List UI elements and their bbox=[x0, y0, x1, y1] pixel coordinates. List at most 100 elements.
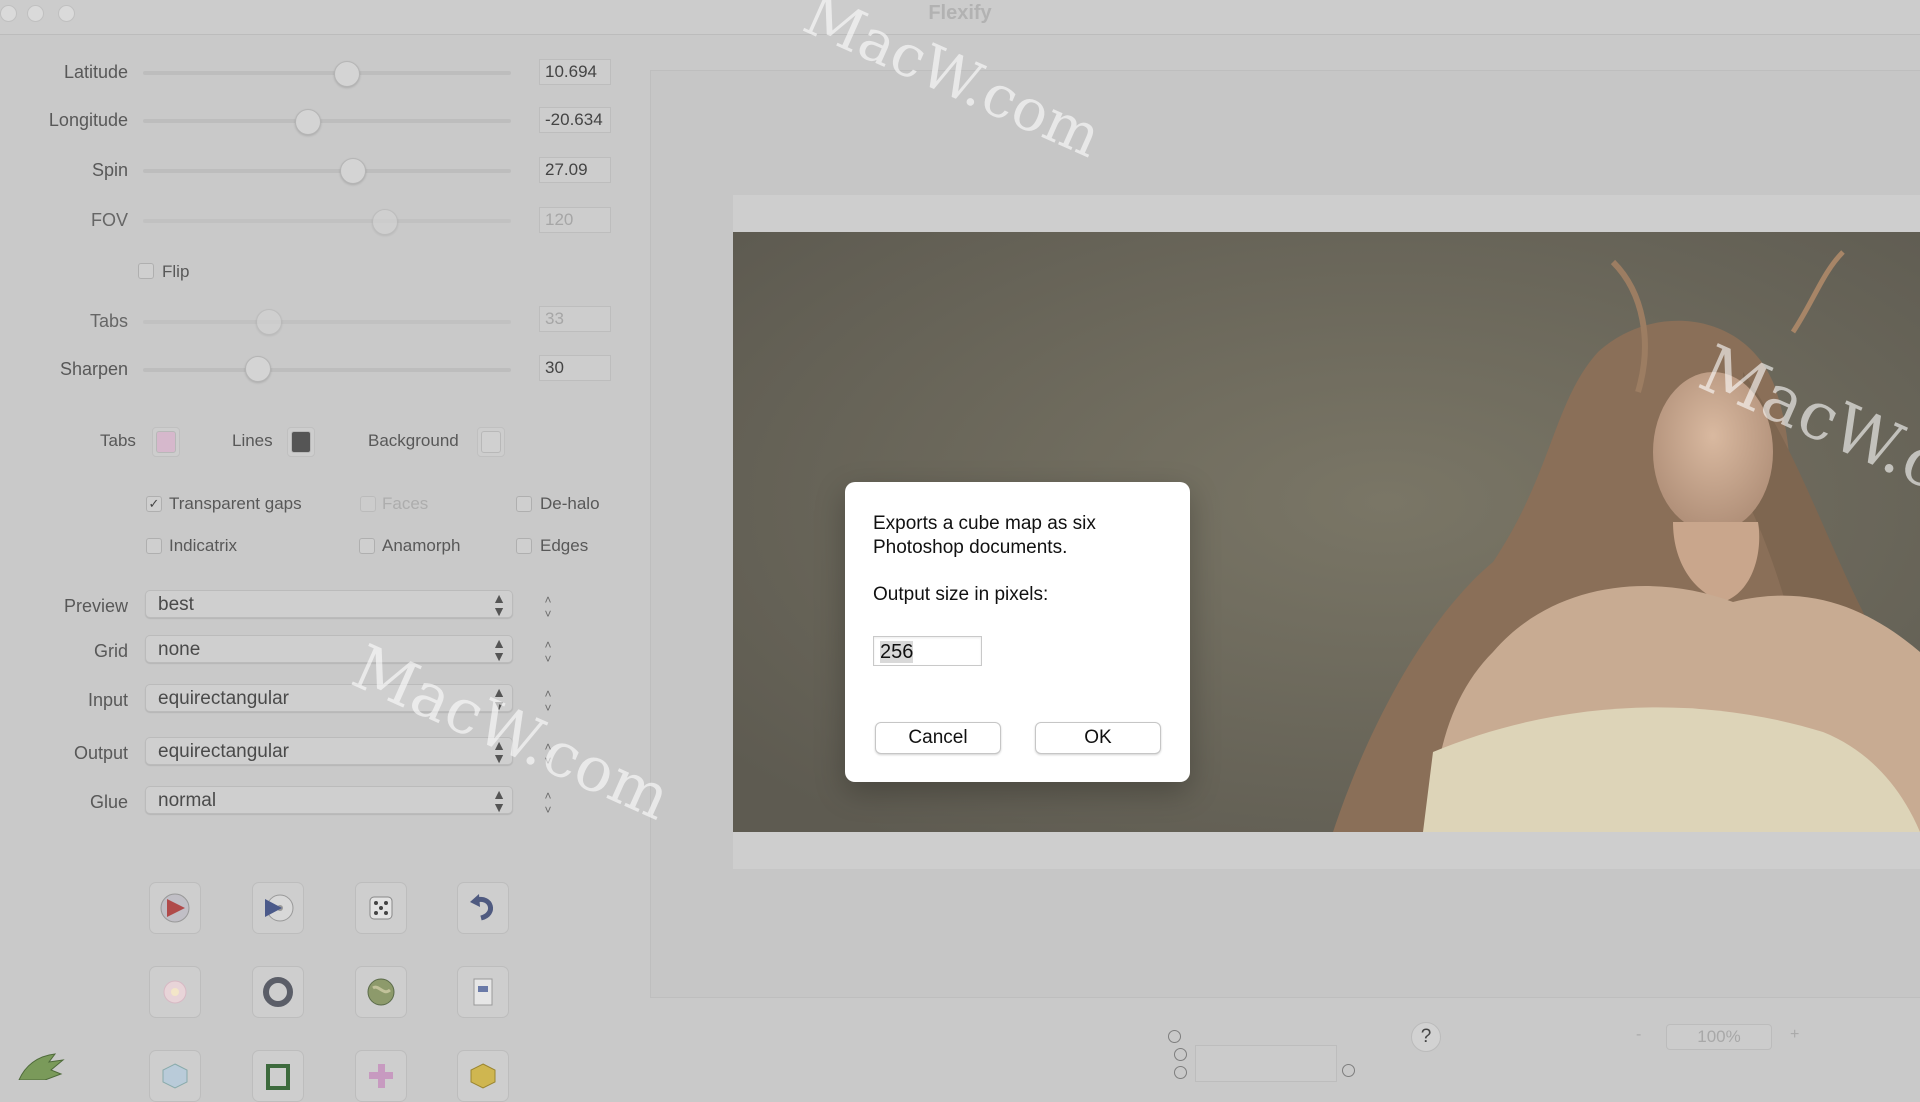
globe-button[interactable] bbox=[355, 966, 407, 1018]
zoom-out-button[interactable]: - bbox=[1636, 1026, 1641, 1044]
updown-arrows-icon: ▲ ▼ bbox=[492, 786, 506, 815]
preview-select[interactable]: best ▲ ▼ bbox=[145, 590, 513, 618]
navigator-box[interactable] bbox=[1195, 1045, 1337, 1082]
latitude-slider[interactable] bbox=[143, 71, 511, 75]
render-export-button[interactable] bbox=[252, 882, 304, 934]
render-preview-button[interactable] bbox=[149, 882, 201, 934]
glue-select-value: normal bbox=[158, 790, 217, 811]
color-wheel-icon bbox=[163, 980, 187, 1004]
lines-color-well[interactable] bbox=[287, 427, 315, 457]
fov-slider[interactable] bbox=[143, 219, 511, 223]
window-title: Flexify bbox=[928, 2, 992, 24]
sharpen-value-field[interactable]: 30 bbox=[539, 355, 611, 381]
frame-icon bbox=[266, 1064, 290, 1090]
color-wheel-button[interactable] bbox=[149, 966, 201, 1018]
spin-slider-knob[interactable] bbox=[340, 158, 366, 184]
spin-label: Spin bbox=[91, 160, 128, 180]
view-option-radio[interactable] bbox=[1342, 1064, 1355, 1077]
tabs-slider-knob[interactable] bbox=[256, 309, 282, 335]
view-option-radio[interactable] bbox=[1174, 1066, 1187, 1079]
dialog-message: Exports a cube map as six Photoshop docu… bbox=[873, 513, 1096, 558]
flip-checkbox[interactable] bbox=[138, 263, 154, 279]
cross-layout-icon bbox=[369, 1064, 393, 1088]
preview-select-value: best bbox=[158, 594, 194, 615]
transparent-gaps-checkbox[interactable]: ✓ bbox=[146, 496, 162, 512]
anamorph-checkbox[interactable] bbox=[359, 538, 375, 554]
input-label: Input bbox=[87, 690, 128, 710]
lines-color-label: Lines bbox=[232, 431, 273, 450]
cube-icon bbox=[162, 1063, 188, 1089]
window-titlebar: Flexify bbox=[0, 0, 1920, 35]
sharpen-slider-knob[interactable] bbox=[245, 356, 271, 382]
output-size-input[interactable]: 256 bbox=[873, 636, 982, 666]
faces-label: Faces bbox=[382, 494, 429, 513]
faces-checkbox[interactable] bbox=[360, 496, 376, 512]
dice-icon bbox=[369, 896, 393, 920]
indicatrix-label: Indicatrix bbox=[169, 536, 238, 555]
grid-stepper[interactable]: ˄ ˅ bbox=[540, 638, 556, 668]
randomize-button[interactable] bbox=[355, 882, 407, 934]
fov-slider-knob[interactable] bbox=[372, 209, 398, 235]
grid-label: Grid bbox=[93, 641, 128, 661]
background-color-well[interactable] bbox=[477, 427, 505, 457]
dialog-prompt: Output size in pixels: bbox=[873, 584, 1049, 605]
undo-arrow-icon bbox=[470, 894, 493, 921]
longitude-slider-knob[interactable] bbox=[295, 109, 321, 135]
de-halo-checkbox[interactable] bbox=[516, 496, 532, 512]
zoom-in-button[interactable]: + bbox=[1790, 1026, 1799, 1044]
globe-icon bbox=[367, 978, 395, 1006]
cube-button[interactable] bbox=[149, 1050, 201, 1102]
tabs-slider[interactable] bbox=[143, 320, 511, 324]
zoom-field[interactable]: 100% bbox=[1666, 1024, 1772, 1050]
box-button[interactable] bbox=[457, 1050, 509, 1102]
input-select-value: equirectangular bbox=[158, 688, 289, 709]
cross-layout-button[interactable] bbox=[355, 1050, 407, 1102]
anamorph-label: Anamorph bbox=[382, 536, 461, 555]
sharpen-label: Sharpen bbox=[59, 359, 128, 379]
de-halo-label: De-halo bbox=[540, 494, 600, 513]
tabs-color-label: Tabs bbox=[100, 431, 136, 450]
glue-stepper[interactable]: ˄ ˅ bbox=[540, 789, 556, 819]
tabs-color-well[interactable] bbox=[152, 427, 180, 457]
tabs-color-swatch bbox=[156, 431, 176, 453]
lines-color-swatch bbox=[291, 431, 311, 453]
latitude-slider-knob[interactable] bbox=[334, 61, 360, 87]
latitude-label: Latitude bbox=[63, 62, 128, 82]
sharpen-slider[interactable] bbox=[143, 368, 511, 372]
spin-value-field[interactable]: 27.09 bbox=[539, 157, 611, 183]
reset-button[interactable] bbox=[457, 882, 509, 934]
longitude-value-field[interactable]: -20.634 bbox=[539, 107, 611, 133]
export-cube-map-dialog: Exports a cube map as six Photoshop docu… bbox=[845, 482, 1190, 782]
help-button[interactable]: ? bbox=[1411, 1022, 1441, 1052]
edges-checkbox[interactable] bbox=[516, 538, 532, 554]
grid-select[interactable]: none ▲ ▼ bbox=[145, 635, 513, 663]
glue-select[interactable]: normal ▲ ▼ bbox=[145, 786, 513, 814]
flip-label: Flip bbox=[162, 262, 190, 281]
spin-slider[interactable] bbox=[143, 169, 511, 173]
tabs-label: Tabs bbox=[89, 311, 128, 331]
output-select-value: equirectangular bbox=[158, 741, 289, 762]
frame-button[interactable] bbox=[252, 1050, 304, 1102]
preview-stepper[interactable]: ˄ ˅ bbox=[540, 593, 556, 623]
tabs-value-field[interactable]: 33 bbox=[539, 306, 611, 332]
view-option-radio[interactable] bbox=[1168, 1030, 1181, 1043]
indicatrix-checkbox[interactable] bbox=[146, 538, 162, 554]
document-icon bbox=[473, 978, 493, 1006]
longitude-label: Longitude bbox=[48, 110, 128, 130]
export-document-button[interactable] bbox=[457, 966, 509, 1018]
ring-button[interactable] bbox=[252, 966, 304, 1018]
output-label: Output bbox=[73, 743, 128, 763]
view-option-radio[interactable] bbox=[1174, 1048, 1187, 1061]
cancel-button[interactable]: Cancel bbox=[875, 722, 1001, 754]
app-logo-icon bbox=[18, 1053, 65, 1080]
edges-label: Edges bbox=[540, 536, 589, 555]
latitude-value-field[interactable]: 10.694 bbox=[539, 59, 611, 85]
ring-icon bbox=[263, 977, 293, 1007]
output-size-value: 256 bbox=[880, 641, 914, 663]
transparent-gaps-label: Transparent gaps bbox=[169, 494, 302, 513]
fov-value-field[interactable]: 120 bbox=[539, 207, 611, 233]
longitude-slider[interactable] bbox=[143, 119, 511, 123]
grid-select-value: none bbox=[158, 639, 201, 660]
ok-button[interactable]: OK bbox=[1035, 722, 1161, 754]
preview-label: Preview bbox=[63, 596, 128, 616]
